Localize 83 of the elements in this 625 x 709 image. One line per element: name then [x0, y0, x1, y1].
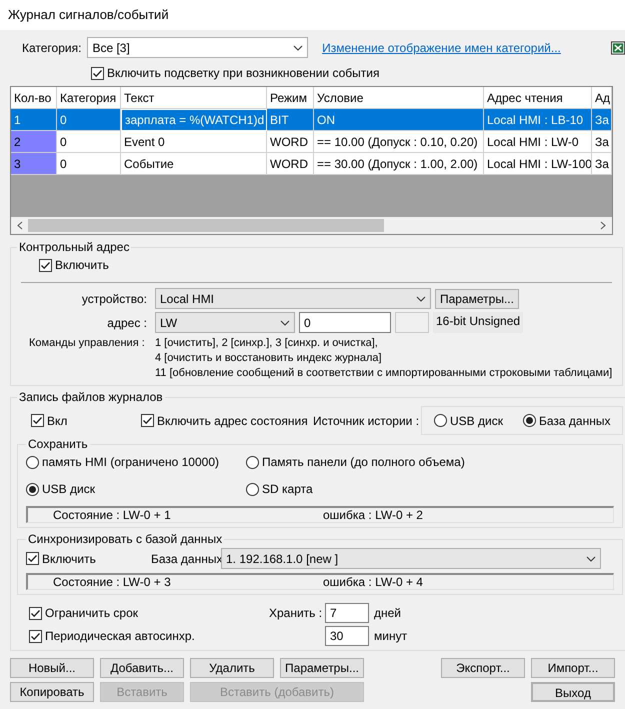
dialog-button[interactable]: Параметры... — [280, 658, 364, 678]
status-text: Состояние : LW-0 + 3 — [53, 574, 172, 591]
minutes-label: минут — [374, 628, 408, 645]
radio-button[interactable] — [246, 482, 259, 496]
group-title: Синхронизировать с базой данных — [27, 531, 224, 548]
database-dropdown[interactable]: 1. 192.168.1.0 [new ] — [221, 548, 601, 569]
commands-label: Команды управления : — [29, 336, 146, 351]
group-title: Контрольный адрес — [18, 239, 130, 256]
device-label: устройство: — [80, 290, 148, 308]
history-source-label: Источник истории : — [313, 412, 420, 430]
command-text: 1 [очистить], 2 [синхр.], 3 [синхр. и очистка], — [155, 336, 379, 351]
table-cell: 3 — [11, 153, 57, 175]
table-cell: зарплата = %(WATCH1)d — [121, 109, 267, 131]
chevron-down-icon — [416, 296, 426, 302]
radio-button[interactable] — [434, 414, 447, 427]
command-text: 11 [обновление сообщений в соответствии с импортированными строковыми таблицами] — [155, 366, 612, 381]
checkbox-label: Включить подсветку при возникновении события — [107, 65, 380, 82]
dialog-button[interactable]: Новый... — [10, 658, 94, 678]
dialog-button[interactable]: Выход — [531, 682, 615, 702]
chevron-down-icon — [280, 320, 290, 326]
device-dropdown[interactable]: Local HMI — [155, 288, 431, 309]
checkbox[interactable] — [91, 66, 104, 80]
category-dropdown[interactable]: Все [3] — [87, 37, 308, 58]
chevron-down-icon — [293, 44, 304, 50]
dialog-button[interactable]: Импорт... — [531, 658, 615, 678]
radio-label: USB диск — [42, 481, 95, 498]
radio-label: USB диск — [450, 412, 503, 430]
empty-field — [395, 312, 429, 333]
table-cell: 0 — [57, 153, 121, 175]
radio-button[interactable] — [246, 456, 259, 468]
horizontal-scrollbar[interactable] — [11, 217, 612, 234]
category-label: Категория: — [22, 40, 82, 56]
address-type-dropdown[interactable]: LW — [155, 312, 295, 333]
checkbox-label: Вкл — [47, 412, 68, 430]
parameters-button[interactable]: Параметры... — [435, 288, 519, 308]
scroll-left-icon[interactable] — [16, 221, 23, 230]
checkbox[interactable] — [29, 630, 42, 642]
window-title: Журнал сигналов/событий — [8, 6, 169, 24]
chevron-down-icon — [586, 556, 596, 562]
group-title: Сохранить — [27, 436, 89, 453]
keep-label: Хранить : — [269, 605, 324, 622]
radio-label: память HMI (ограничено 10000) — [42, 454, 219, 471]
table-cell: Событие — [121, 153, 267, 175]
status-text: Состояние : LW-0 + 1 — [53, 507, 172, 524]
dialog-button[interactable]: Копировать — [10, 682, 94, 702]
radio-button[interactable] — [26, 482, 39, 496]
database-label: База данных — [151, 550, 221, 568]
dialog-button[interactable]: Экспорт... — [441, 658, 525, 678]
checkbox-label: Ограничить срок — [45, 605, 138, 622]
group-title: Запись файлов журналов — [18, 389, 164, 406]
radio-label: Память панели (до полного объема) — [262, 454, 465, 471]
table-cell: 2 — [11, 131, 57, 153]
error-text: ошибка : LW-0 + 4 — [323, 574, 423, 591]
error-text: ошибка : LW-0 + 2 — [323, 507, 423, 524]
checkbox-label: Включить — [42, 550, 96, 568]
scroll-right-icon[interactable] — [600, 221, 607, 230]
radio-button[interactable] — [26, 456, 39, 468]
data-type-text: 16-bit Unsigned — [433, 312, 524, 333]
radio-label: SD карта — [262, 481, 313, 498]
checkbox[interactable] — [31, 414, 44, 427]
table-cell: == 30.00 (Допуск : 1.00, 2.00) — [314, 153, 484, 175]
checkbox[interactable] — [29, 606, 42, 620]
keep-field[interactable]: 7 — [325, 603, 369, 623]
checkbox[interactable] — [39, 258, 52, 272]
checkbox[interactable] — [141, 414, 154, 427]
dialog-button[interactable]: Удалить — [190, 658, 274, 678]
column-header[interactable]: Текст — [121, 87, 267, 109]
checkbox[interactable] — [26, 552, 39, 565]
command-text: 4 [очистить и восстановить индекс журнала] — [155, 351, 383, 366]
dialog-button[interactable]: Добавить... — [100, 658, 184, 678]
checkbox-label: Включить — [55, 257, 109, 274]
period-field[interactable]: 30 — [325, 626, 369, 646]
checkbox-label: Периодическая автосинхр. — [45, 628, 195, 645]
address-label: адрес : — [106, 314, 148, 332]
table-cell: WORD — [267, 153, 314, 175]
radio-button[interactable] — [522, 414, 536, 427]
address-field[interactable]: 0 — [299, 312, 391, 333]
category-names-link[interactable]: Изменение отображение имен категорий... — [322, 38, 561, 56]
radio-label: База данных — [538, 412, 610, 430]
table-cell: За — [592, 153, 612, 175]
checkbox-label: Включить адрес состояния — [157, 412, 308, 430]
spreadsheet-icon[interactable] — [610, 40, 625, 54]
days-label: дней — [374, 605, 402, 622]
